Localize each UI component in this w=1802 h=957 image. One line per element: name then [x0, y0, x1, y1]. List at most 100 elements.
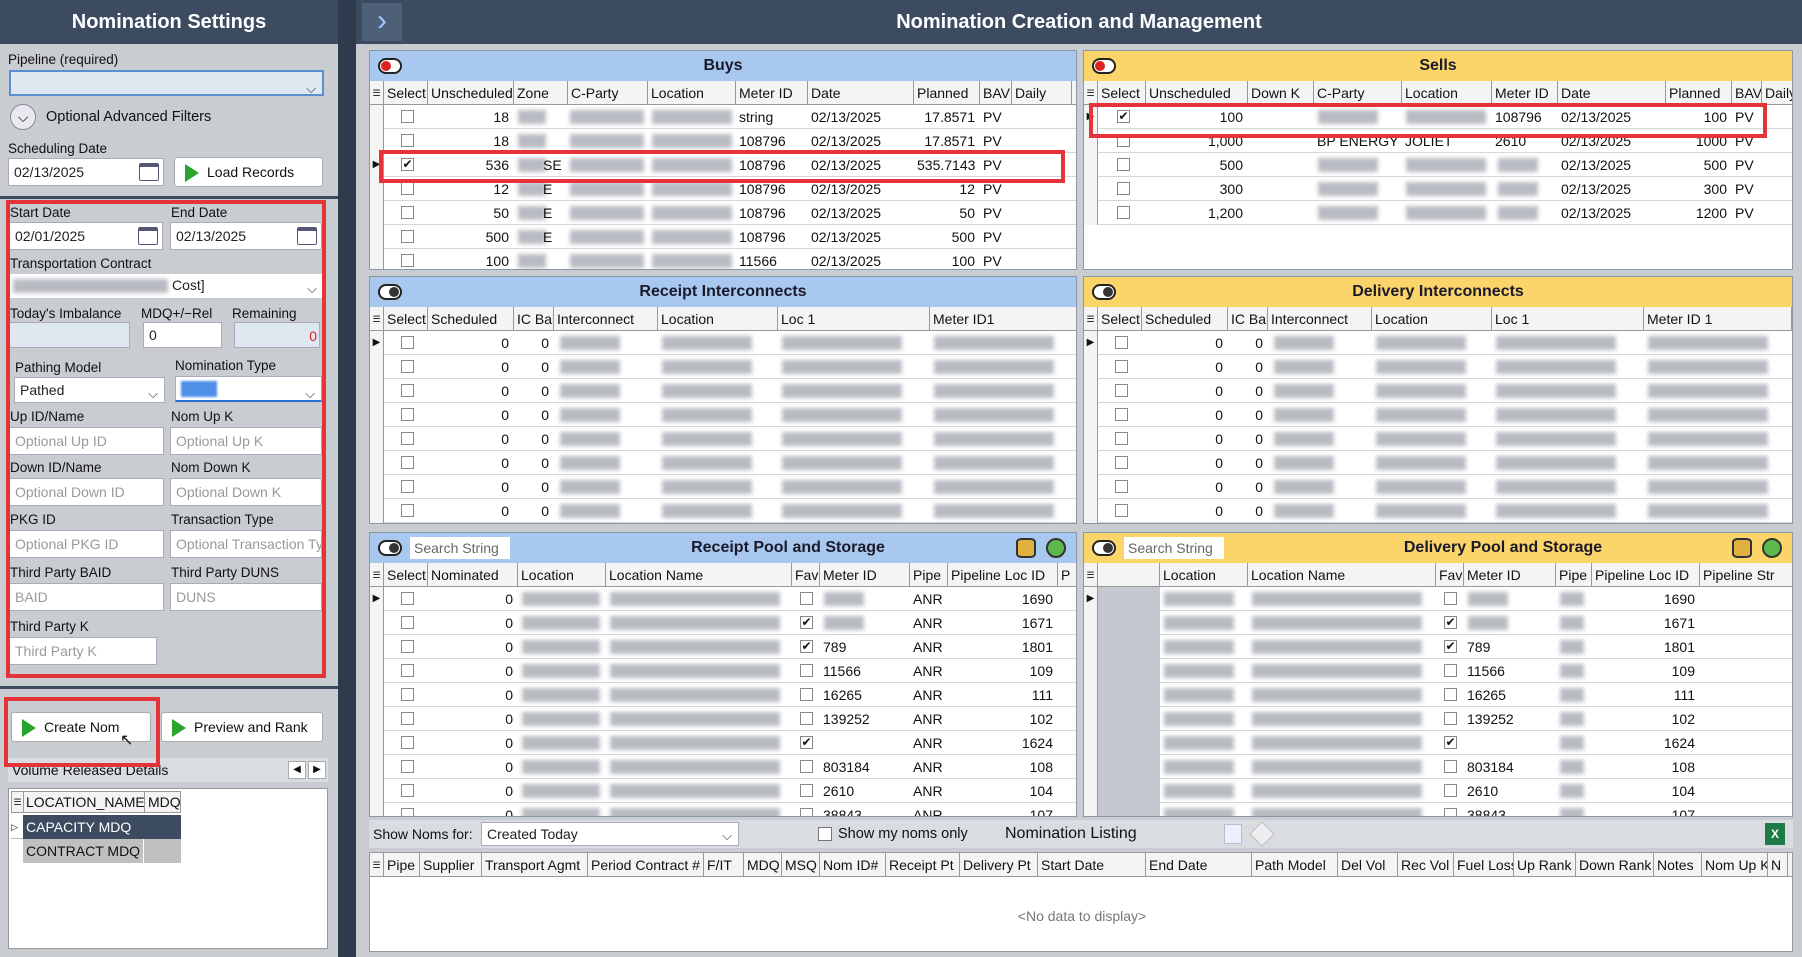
row-checkbox[interactable]: [800, 688, 813, 701]
table-row[interactable]: 11566 109: [1084, 659, 1792, 683]
row-checkbox[interactable]: ✔: [1444, 616, 1457, 629]
column-header[interactable]: Daily F: [1762, 81, 1792, 105]
row-selector-cell[interactable]: [1098, 803, 1160, 816]
column-header[interactable]: Pipeline Loc ID: [948, 563, 1058, 587]
row-checkbox[interactable]: [1115, 360, 1128, 373]
column-header[interactable]: Nom ID#: [820, 853, 886, 877]
transport-contract-select[interactable]: Cost] ⌵: [9, 274, 323, 298]
column-chooser-icon[interactable]: ☰: [370, 563, 384, 587]
search-input[interactable]: Search String: [410, 537, 510, 559]
column-header[interactable]: P: [1058, 563, 1076, 587]
row-checkbox[interactable]: [401, 664, 414, 677]
column-header[interactable]: Location Name: [606, 563, 792, 587]
table-row[interactable]: 00: [1084, 427, 1792, 451]
column-header[interactable]: [1098, 563, 1160, 587]
column-chooser-icon[interactable]: ☰: [1084, 81, 1098, 105]
column-header[interactable]: MDQ: [144, 792, 181, 812]
column-header[interactable]: Loc 1: [778, 307, 930, 331]
row-selector-cell[interactable]: [1098, 659, 1160, 683]
table-row[interactable]: ▶ ✔ 536 SE 108796 02/13/2025 535.7143 PV: [370, 153, 1076, 177]
toggle-switch[interactable]: [1092, 540, 1116, 556]
column-header[interactable]: Rec Vol: [1398, 853, 1454, 877]
column-header[interactable]: Planned: [914, 81, 980, 105]
column-header[interactable]: Fuel Loss: [1454, 853, 1514, 877]
row-checkbox[interactable]: ✔: [401, 158, 414, 171]
table-row[interactable]: 0 16265 ANR 111: [370, 683, 1076, 707]
table-row[interactable]: 00: [370, 499, 1076, 523]
table-row[interactable]: 0 38843 ANR 107: [370, 803, 1076, 816]
row-checkbox[interactable]: [401, 736, 414, 749]
table-row[interactable]: ▶ 0 0: [1084, 331, 1792, 355]
column-header[interactable]: Location: [518, 563, 606, 587]
row-checkbox[interactable]: [1115, 504, 1128, 517]
column-header[interactable]: Select: [384, 307, 428, 331]
row-checkbox[interactable]: [1115, 432, 1128, 445]
table-row[interactable]: 00: [1084, 475, 1792, 499]
show-noms-select[interactable]: Created Today ⌵: [481, 822, 739, 846]
table-row[interactable]: ✔ 1671: [1084, 611, 1792, 635]
column-header[interactable]: Select: [384, 81, 428, 105]
eraser-icon[interactable]: [1249, 821, 1275, 847]
table-row[interactable]: 0 ✔ ANR 1624: [370, 731, 1076, 755]
column-header[interactable]: Pipeline Str: [1700, 563, 1792, 587]
column-chooser-icon[interactable]: ☰: [370, 307, 384, 331]
down-id-input[interactable]: Optional Down ID: [9, 478, 164, 506]
row-checkbox[interactable]: [800, 808, 813, 816]
column-header[interactable]: N: [1768, 853, 1788, 877]
table-row[interactable]: 18 108796 02/13/2025 17.8571 PV: [370, 129, 1076, 153]
column-header[interactable]: Location: [1402, 81, 1492, 105]
column-header[interactable]: MSQ: [782, 853, 820, 877]
column-header[interactable]: F/IT: [704, 853, 744, 877]
row-checkbox[interactable]: [1117, 182, 1130, 195]
table-row[interactable]: ✔ 1624: [1084, 731, 1792, 755]
table-row[interactable]: 00: [370, 403, 1076, 427]
row-checkbox[interactable]: [401, 616, 414, 629]
column-header[interactable]: IC Bal: [1228, 307, 1268, 331]
table-row[interactable]: ▶ 0 0: [370, 331, 1076, 355]
table-row[interactable]: 38843 107: [1084, 803, 1792, 816]
table-row[interactable]: 12 E 108796 02/13/2025 12 PV: [370, 177, 1076, 201]
column-header[interactable]: Pipe: [1556, 563, 1592, 587]
row-checkbox[interactable]: [401, 784, 414, 797]
table-row[interactable]: 0 ✔ 789 ANR 1801: [370, 635, 1076, 659]
column-chooser-icon[interactable]: ☰: [370, 853, 384, 877]
column-header[interactable]: Transport Agmt: [482, 853, 588, 877]
table-row[interactable]: ▶ ✔ 100 108796 02/13/2025 100 PV: [1084, 105, 1792, 129]
row-selector-cell[interactable]: [1098, 779, 1160, 803]
row-checkbox[interactable]: [401, 360, 414, 373]
column-header[interactable]: Daily: [1012, 81, 1072, 105]
row-selector-cell[interactable]: [1098, 731, 1160, 755]
row-checkbox[interactable]: ✔: [800, 736, 813, 749]
column-header[interactable]: Select: [1098, 307, 1142, 331]
transaction-type-input[interactable]: Optional Transaction Type: [170, 530, 322, 558]
column-header[interactable]: Scheduled: [1142, 307, 1228, 331]
column-header[interactable]: C-Party: [568, 81, 648, 105]
column-header[interactable]: Down K: [1248, 81, 1314, 105]
table-row[interactable]: 50 E 108796 02/13/2025 50 PV: [370, 201, 1076, 225]
row-checkbox[interactable]: [800, 784, 813, 797]
column-header[interactable]: Supplier: [420, 853, 482, 877]
column-header[interactable]: Pipeline Loc ID: [1592, 563, 1700, 587]
my-noms-checkbox[interactable]: [818, 827, 832, 841]
start-date-input[interactable]: 02/01/2025: [9, 222, 163, 250]
row-checkbox[interactable]: [1444, 592, 1457, 605]
row-checkbox[interactable]: [1444, 712, 1457, 725]
row-checkbox[interactable]: ✔: [1444, 640, 1457, 653]
column-header[interactable]: Start Date: [1038, 853, 1146, 877]
table-row[interactable]: 0 803184 ANR 108: [370, 755, 1076, 779]
table-row[interactable]: ✔ 789 1801: [1084, 635, 1792, 659]
table-row[interactable]: ▶ 1690: [1084, 587, 1792, 611]
toggle-switch[interactable]: [1092, 58, 1116, 74]
row-checkbox[interactable]: [1117, 158, 1130, 171]
column-header[interactable]: Date: [808, 81, 914, 105]
column-header[interactable]: Interconnect: [554, 307, 658, 331]
row-checkbox[interactable]: [800, 664, 813, 677]
row-checkbox[interactable]: ✔: [1444, 736, 1457, 749]
column-header[interactable]: Select: [384, 563, 428, 587]
table-row[interactable]: 0 ✔ ANR 1671: [370, 611, 1076, 635]
row-checkbox[interactable]: [401, 206, 414, 219]
toggle-switch[interactable]: [378, 540, 402, 556]
database-icon[interactable]: [1732, 538, 1752, 558]
scroll-right-icon[interactable]: ▶: [308, 761, 326, 779]
table-row[interactable]: 300 02/13/2025 300 PV: [1084, 177, 1792, 201]
